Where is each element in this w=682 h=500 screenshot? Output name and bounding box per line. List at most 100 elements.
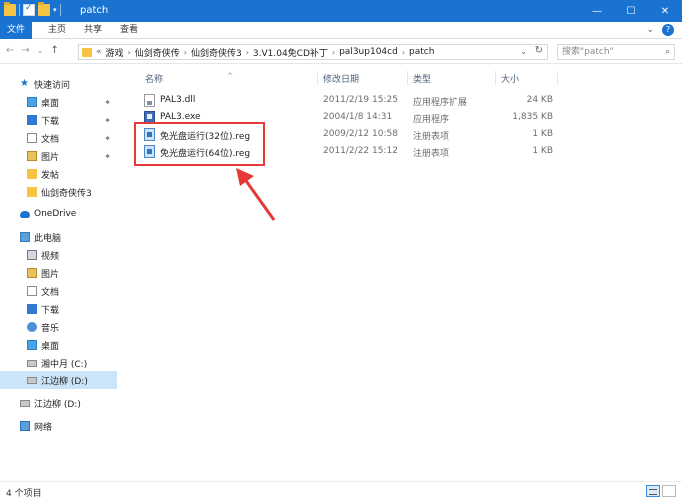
refresh-icon[interactable]: ↻	[535, 45, 543, 56]
item-count: 4 个项目	[6, 489, 42, 499]
search-input[interactable]: 搜索"patch" ⌕	[557, 44, 675, 60]
customize-toolbar-chevron-icon[interactable]: ▾	[53, 6, 57, 14]
up-arrow-icon[interactable]: ↑	[50, 45, 58, 56]
breadcrumb-item[interactable]: 游戏	[106, 46, 124, 59]
file-row-pal3-dll[interactable]: PAL3.dll 2011/2/19 15:25 应用程序扩展 24 KB	[117, 92, 682, 109]
sidebar-item-downloads[interactable]: 下载 ✦	[0, 111, 117, 129]
music-icon	[27, 322, 37, 332]
back-arrow-icon[interactable]: ←	[6, 45, 14, 56]
minimize-button[interactable]: —	[580, 0, 614, 22]
tab-share[interactable]: 共享	[76, 22, 110, 39]
column-header-name[interactable]: 名称	[145, 72, 163, 85]
sidebar-item-music[interactable]: 音乐	[0, 318, 117, 336]
pin-icon[interactable]: ✦	[104, 98, 111, 107]
properties-icon[interactable]	[23, 3, 35, 16]
recent-locations-chevron-icon[interactable]: ⌄	[37, 46, 44, 55]
file-size: 1,835 KB	[512, 112, 553, 122]
forward-arrow-icon[interactable]: →	[21, 45, 29, 56]
sidebar-item-videos[interactable]: 视频	[0, 246, 117, 264]
sidebar-item-pal3-folder[interactable]: 仙剑奇侠传3	[0, 183, 117, 201]
breadcrumb-separator-icon[interactable]: ›	[402, 48, 405, 57]
sidebar-item-label: 视频	[41, 251, 60, 262]
sidebar-item-label: 桌面	[41, 341, 60, 352]
pin-icon[interactable]: ✦	[104, 152, 111, 161]
dll-file-icon	[144, 94, 155, 107]
maximize-button[interactable]: ☐	[614, 0, 648, 22]
column-divider[interactable]	[495, 71, 496, 85]
breadcrumb-item-current[interactable]: patch	[409, 47, 434, 57]
search-placeholder: 搜索"patch"	[562, 47, 614, 57]
sidebar-item-pictures[interactable]: 图片 ✦	[0, 147, 117, 165]
navigation-pane: ★ 快速访问 桌面 ✦ 下载 ✦ 文档 ✦ 图片 ✦ 发帖 仙剑奇侠传3 One…	[0, 65, 117, 481]
nav-buttons: ← → ⌄ ↑	[6, 45, 59, 56]
drive-icon	[27, 359, 37, 367]
pin-icon[interactable]: ✦	[104, 116, 111, 125]
file-name: PAL3.exe	[160, 112, 201, 122]
sidebar-item-label: 音乐	[41, 323, 60, 334]
file-modified: 2011/2/22 15:12	[323, 146, 398, 156]
breadcrumb-item[interactable]: 仙剑奇侠传	[135, 46, 180, 59]
expand-ribbon-chevron-icon[interactable]: ⌄	[646, 25, 654, 35]
column-header-modified[interactable]: 修改日期	[323, 72, 359, 85]
sidebar-item-this-pc[interactable]: 此电脑	[0, 228, 117, 246]
drive-icon	[20, 399, 30, 407]
sidebar-item-label: 江边柳 (D:)	[34, 399, 81, 410]
sidebar-item-desktop[interactable]: 桌面 ✦	[0, 93, 117, 111]
sidebar-item-drive-c[interactable]: 湘中月 (C:)	[0, 354, 117, 372]
tab-file[interactable]: 文件	[0, 22, 32, 39]
breadcrumb-separator-icon[interactable]: ›	[332, 48, 335, 57]
search-icon[interactable]: ⌕	[665, 45, 670, 59]
sidebar-item-label: 文档	[41, 287, 60, 298]
star-icon: ★	[20, 78, 29, 89]
file-type: 应用程序	[413, 115, 450, 125]
address-bar[interactable]: « 游戏 › 仙剑奇侠传 › 仙剑奇侠传3 › 3.V1.04免CD补丁 › p…	[78, 44, 548, 60]
breadcrumb-separator-icon[interactable]: ›	[128, 48, 131, 57]
sidebar-item-pc-downloads[interactable]: 下载	[0, 300, 117, 318]
details-view-button[interactable]	[646, 485, 660, 497]
sidebar-item-fatie[interactable]: 发帖	[0, 165, 117, 183]
sidebar-item-pc-pictures[interactable]: 图片	[0, 264, 117, 282]
sidebar-item-drive-d-selected[interactable]: 江边柳 (D:)	[0, 371, 117, 389]
sidebar-item-network[interactable]: 网络	[0, 417, 117, 435]
column-divider[interactable]	[557, 71, 558, 85]
sidebar-item-label: OneDrive	[34, 209, 77, 219]
sidebar-item-label: 湘中月 (C:)	[41, 359, 88, 370]
drive-icon	[27, 376, 37, 384]
breadcrumb-item[interactable]: 3.V1.04免CD补丁	[253, 46, 328, 59]
column-divider[interactable]	[407, 71, 408, 85]
sidebar-item-pc-desktop[interactable]: 桌面	[0, 336, 117, 354]
status-bar: 4 个项目	[0, 481, 682, 500]
column-header-size[interactable]: 大小	[501, 72, 519, 85]
help-icon[interactable]: ?	[662, 24, 674, 36]
download-icon	[27, 304, 37, 314]
title-bar: ▾ patch — ☐ ✕	[0, 0, 682, 22]
folder-icon	[27, 187, 37, 197]
download-icon	[27, 115, 37, 125]
column-divider[interactable]	[317, 71, 318, 85]
sidebar-item-drive-d[interactable]: 江边柳 (D:)	[0, 394, 117, 412]
view-switcher	[646, 485, 676, 497]
file-type: 注册表项	[413, 132, 450, 142]
breadcrumb-item[interactable]: 仙剑奇侠传3	[191, 46, 242, 59]
sidebar-item-quick-access[interactable]: ★ 快速访问	[0, 75, 117, 93]
column-header-type[interactable]: 类型	[413, 72, 431, 85]
breadcrumb-separator-icon[interactable]: ›	[246, 48, 249, 57]
large-icons-view-button[interactable]	[662, 485, 676, 497]
pictures-icon	[27, 151, 37, 161]
tab-home[interactable]: 主页	[40, 22, 74, 39]
close-button[interactable]: ✕	[648, 0, 682, 22]
breadcrumb-overflow[interactable]: «	[96, 47, 102, 57]
toolbar-divider	[19, 4, 20, 16]
tab-view[interactable]: 查看	[112, 22, 146, 39]
breadcrumb-item[interactable]: pal3up104cd	[339, 47, 398, 57]
sort-ascending-icon: ^	[227, 72, 233, 80]
sidebar-item-pc-documents[interactable]: 文档	[0, 282, 117, 300]
sidebar-item-onedrive[interactable]: OneDrive	[0, 205, 117, 223]
address-dropdown-chevron-icon[interactable]: ⌄	[520, 47, 527, 56]
breadcrumb-separator-icon[interactable]: ›	[184, 48, 187, 57]
desktop-icon	[27, 340, 37, 350]
pin-icon[interactable]: ✦	[104, 134, 111, 143]
new-folder-icon[interactable]	[38, 2, 50, 16]
sidebar-item-documents[interactable]: 文档 ✦	[0, 129, 117, 147]
file-modified: 2009/2/12 10:58	[323, 129, 398, 139]
